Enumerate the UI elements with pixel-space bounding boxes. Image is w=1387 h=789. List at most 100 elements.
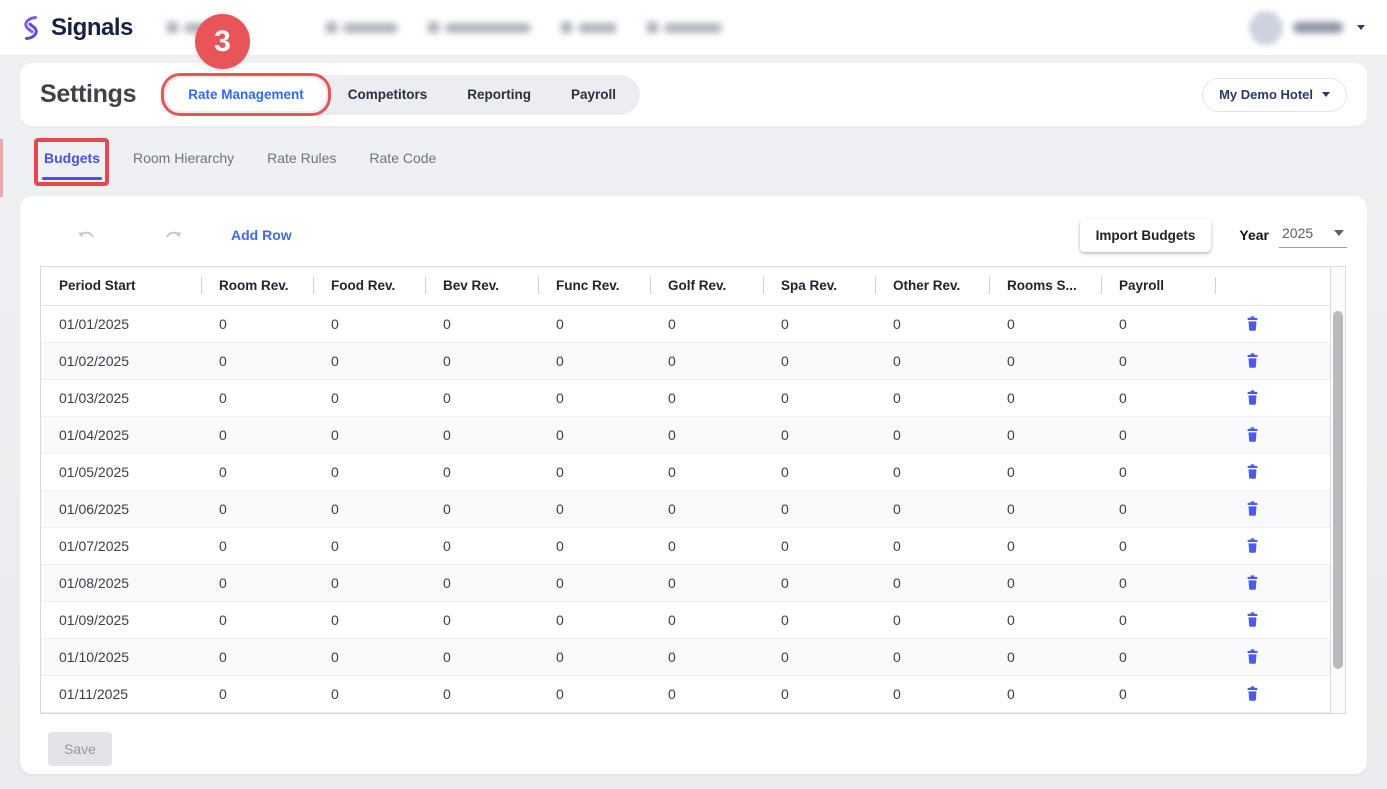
redo-button[interactable] [159, 225, 187, 246]
property-selector[interactable]: My Demo Hotel [1202, 78, 1347, 112]
budget-value-cell[interactable]: 0 [313, 527, 425, 564]
budget-value-cell[interactable]: 0 [1101, 342, 1215, 379]
budget-value-cell[interactable]: 0 [650, 564, 763, 601]
budget-value-cell[interactable]: 0 [313, 601, 425, 638]
subtab-budgets[interactable]: Budgets [44, 150, 100, 180]
column-header-spa-rev[interactable]: Spa Rev. [763, 267, 875, 305]
delete-row-button[interactable] [1243, 609, 1262, 630]
table-scrollbar[interactable] [1330, 267, 1345, 713]
budget-value-cell[interactable]: 0 [763, 675, 875, 712]
budget-value-cell[interactable]: 0 [875, 527, 989, 564]
budget-value-cell[interactable]: 0 [875, 453, 989, 490]
budget-value-cell[interactable]: 0 [538, 564, 650, 601]
delete-row-button[interactable] [1243, 387, 1262, 408]
subtab-rate-code[interactable]: Rate Code [369, 150, 436, 180]
column-header-func-rev[interactable]: Func Rev. [538, 267, 650, 305]
budget-value-cell[interactable]: 0 [1101, 379, 1215, 416]
period-start-cell[interactable]: 01/02/2025 [41, 342, 201, 379]
budget-value-cell[interactable]: 0 [313, 490, 425, 527]
budget-value-cell[interactable]: 0 [425, 601, 538, 638]
budget-value-cell[interactable]: 0 [763, 638, 875, 675]
budget-value-cell[interactable]: 0 [1101, 601, 1215, 638]
delete-row-button[interactable] [1243, 535, 1262, 556]
period-start-cell[interactable]: 01/03/2025 [41, 379, 201, 416]
budget-value-cell[interactable]: 0 [989, 305, 1101, 342]
budget-value-cell[interactable]: 0 [763, 305, 875, 342]
column-header-golf-rev[interactable]: Golf Rev. [650, 267, 763, 305]
budget-value-cell[interactable]: 0 [538, 416, 650, 453]
column-header-period-start[interactable]: Period Start [41, 267, 201, 305]
column-header-food-rev[interactable]: Food Rev. [313, 267, 425, 305]
budget-value-cell[interactable]: 0 [538, 527, 650, 564]
budget-value-cell[interactable]: 0 [538, 379, 650, 416]
column-header-rooms-s[interactable]: Rooms S... [989, 267, 1101, 305]
budget-value-cell[interactable]: 0 [201, 564, 313, 601]
budget-value-cell[interactable]: 0 [875, 490, 989, 527]
period-start-cell[interactable]: 01/01/2025 [41, 305, 201, 342]
budget-value-cell[interactable]: 0 [989, 342, 1101, 379]
budget-value-cell[interactable]: 0 [650, 379, 763, 416]
budget-value-cell[interactable]: 0 [1101, 527, 1215, 564]
budget-value-cell[interactable]: 0 [763, 342, 875, 379]
budget-value-cell[interactable]: 0 [538, 601, 650, 638]
budget-value-cell[interactable]: 0 [650, 527, 763, 564]
column-header-payroll[interactable]: Payroll [1101, 267, 1215, 305]
budget-value-cell[interactable]: 0 [1101, 564, 1215, 601]
budget-value-cell[interactable]: 0 [763, 416, 875, 453]
budget-value-cell[interactable]: 0 [201, 305, 313, 342]
budget-value-cell[interactable]: 0 [989, 453, 1101, 490]
budget-value-cell[interactable]: 0 [425, 564, 538, 601]
budget-value-cell[interactable]: 0 [538, 305, 650, 342]
budget-value-cell[interactable]: 0 [201, 490, 313, 527]
budget-value-cell[interactable]: 0 [538, 638, 650, 675]
budget-value-cell[interactable]: 0 [425, 638, 538, 675]
budget-value-cell[interactable]: 0 [201, 675, 313, 712]
budget-value-cell[interactable]: 0 [875, 675, 989, 712]
delete-row-button[interactable] [1243, 424, 1262, 445]
add-row-button[interactable]: Add Row [231, 227, 292, 243]
budget-value-cell[interactable]: 0 [989, 490, 1101, 527]
period-start-cell[interactable]: 01/11/2025 [41, 675, 201, 712]
budget-value-cell[interactable]: 0 [989, 638, 1101, 675]
budget-value-cell[interactable]: 0 [650, 342, 763, 379]
delete-row-button[interactable] [1243, 572, 1262, 593]
year-select[interactable]: 2025 [1279, 223, 1347, 248]
period-start-cell[interactable]: 01/10/2025 [41, 638, 201, 675]
budget-value-cell[interactable]: 0 [313, 416, 425, 453]
budget-value-cell[interactable]: 0 [763, 379, 875, 416]
budget-value-cell[interactable]: 0 [650, 601, 763, 638]
subtab-rate-rules[interactable]: Rate Rules [267, 150, 336, 180]
budget-value-cell[interactable]: 0 [538, 675, 650, 712]
budget-value-cell[interactable]: 0 [425, 490, 538, 527]
column-header-other-rev[interactable]: Other Rev. [875, 267, 989, 305]
budget-value-cell[interactable]: 0 [425, 416, 538, 453]
budget-value-cell[interactable]: 0 [650, 305, 763, 342]
period-start-cell[interactable]: 01/06/2025 [41, 490, 201, 527]
delete-row-button[interactable] [1243, 461, 1262, 482]
budget-value-cell[interactable]: 0 [538, 342, 650, 379]
budget-value-cell[interactable]: 0 [875, 638, 989, 675]
budget-value-cell[interactable]: 0 [201, 527, 313, 564]
tab-payroll[interactable]: Payroll [553, 78, 634, 111]
tab-competitors[interactable]: Competitors [330, 78, 446, 111]
period-start-cell[interactable]: 01/09/2025 [41, 601, 201, 638]
delete-row-button[interactable] [1243, 498, 1262, 519]
nav-item-redacted[interactable] [561, 22, 617, 33]
budget-value-cell[interactable]: 0 [313, 638, 425, 675]
nav-item-redacted[interactable] [647, 22, 722, 33]
undo-button[interactable] [73, 225, 101, 246]
import-budgets-button[interactable]: Import Budgets [1080, 219, 1212, 252]
brand[interactable]: Signals [18, 14, 133, 42]
nav-item-redacted[interactable] [326, 22, 398, 33]
budget-value-cell[interactable]: 0 [989, 601, 1101, 638]
budget-value-cell[interactable]: 0 [1101, 675, 1215, 712]
budget-value-cell[interactable]: 0 [425, 675, 538, 712]
budget-value-cell[interactable]: 0 [313, 379, 425, 416]
budget-value-cell[interactable]: 0 [313, 453, 425, 490]
budget-value-cell[interactable]: 0 [425, 453, 538, 490]
save-button[interactable]: Save [48, 732, 112, 766]
tab-rate-management[interactable]: Rate Management [166, 78, 326, 111]
budget-value-cell[interactable]: 0 [875, 379, 989, 416]
budget-value-cell[interactable]: 0 [875, 416, 989, 453]
delete-row-button[interactable] [1243, 683, 1262, 704]
